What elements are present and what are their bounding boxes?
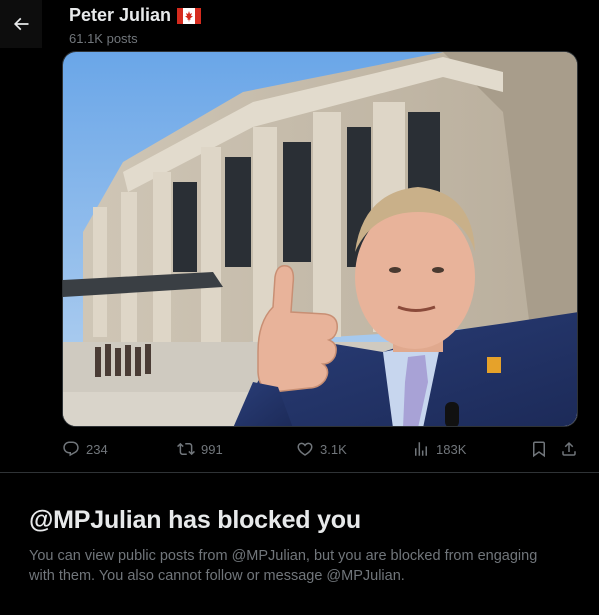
blocked-heading: @MPJulian has blocked you xyxy=(29,506,361,534)
share-button[interactable] xyxy=(560,440,578,458)
repost-icon xyxy=(177,442,195,456)
reply-button[interactable]: 234 xyxy=(62,440,108,458)
repost-button[interactable]: 991 xyxy=(177,440,223,458)
like-button[interactable]: 3.1K xyxy=(296,440,347,458)
profile-name: Peter Julian xyxy=(69,5,172,25)
views-button[interactable]: 183K xyxy=(412,440,466,458)
bookmark-button[interactable] xyxy=(530,440,548,458)
post-photo[interactable] xyxy=(62,51,578,427)
analytics-icon xyxy=(415,442,427,456)
views-count: 183K xyxy=(436,441,467,457)
section-divider xyxy=(0,472,599,473)
arrow-left-icon xyxy=(13,17,29,31)
canada-flag-icon xyxy=(177,7,202,24)
posts-count: 61.1K posts xyxy=(69,31,138,46)
share-icon xyxy=(562,441,576,456)
bookmark-icon xyxy=(533,441,545,458)
reply-count: 234 xyxy=(86,441,108,457)
repost-count: 991 xyxy=(201,441,223,457)
post-actions: 234 991 3.1K 183K xyxy=(62,440,582,462)
heart-icon xyxy=(297,442,313,456)
back-button[interactable] xyxy=(0,0,42,48)
reply-icon xyxy=(63,441,79,457)
blocked-description: You can view public posts from @MPJulian… xyxy=(29,548,538,584)
top-header: Peter Julian 61.1K posts xyxy=(0,0,599,48)
profile-title: Peter Julian xyxy=(69,5,202,26)
like-count: 3.1K xyxy=(320,441,347,457)
